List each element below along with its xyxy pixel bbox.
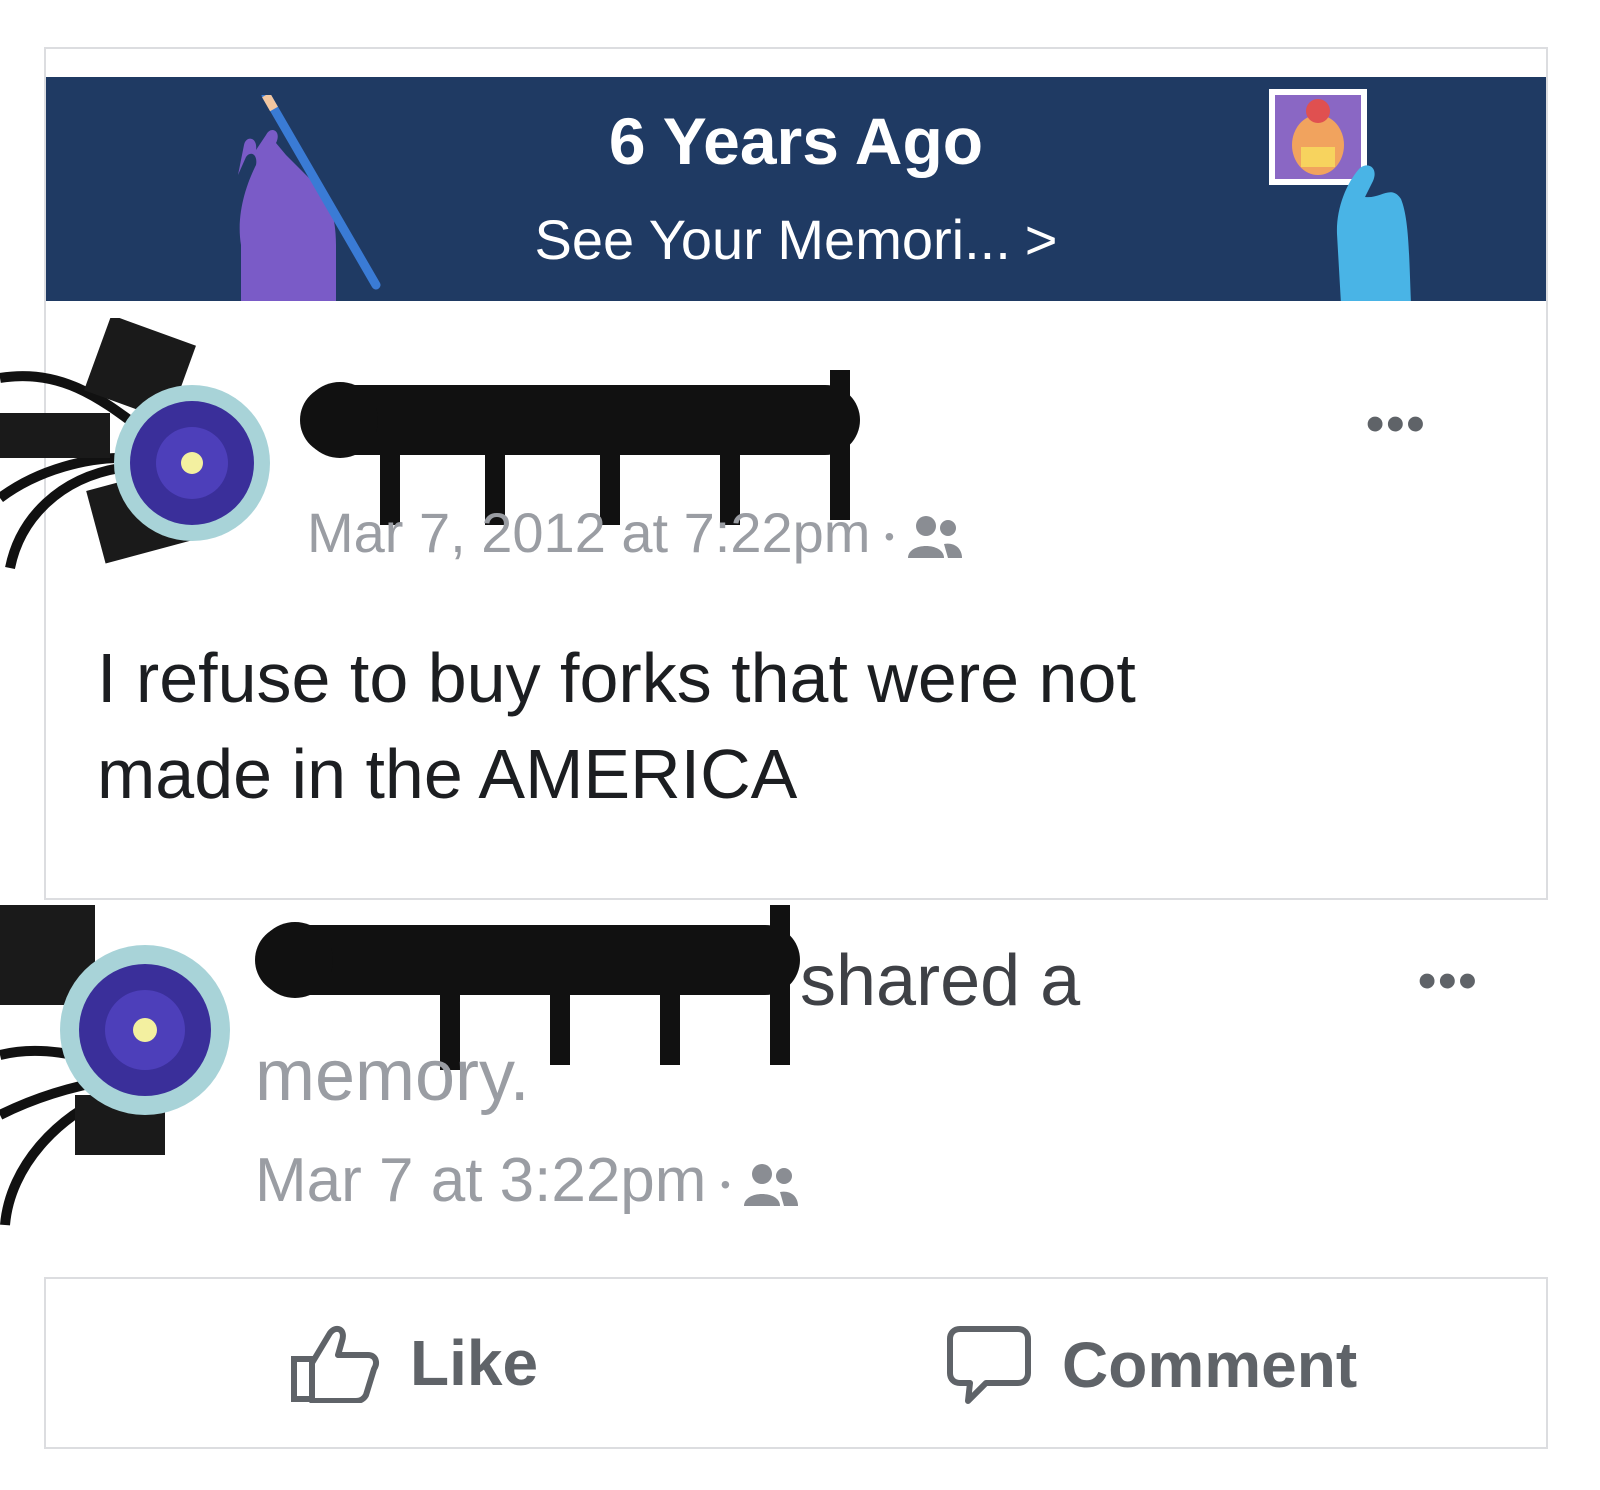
hand-with-photo-icon <box>1269 89 1411 301</box>
thumbs-up-icon <box>291 1325 379 1403</box>
friends-icon <box>908 516 963 559</box>
share-timestamp-text: Mar 7 at 3:22pm <box>255 1146 707 1215</box>
separator-dot: • <box>884 521 895 553</box>
separator-dot: • <box>720 1168 731 1200</box>
friends-icon <box>744 1163 799 1206</box>
share-more-options-button[interactable]: ••• <box>1418 955 1479 1007</box>
post-timestamp-text: Mar 7, 2012 at 7:22pm <box>307 501 871 564</box>
like-label: Like <box>410 1327 539 1399</box>
memory-banner[interactable]: 6 Years Ago See Your Memori... > <box>46 77 1546 301</box>
see-memories-label: See Your Memori... <box>534 208 1011 271</box>
post-more-options-button[interactable]: ••• <box>1366 398 1427 450</box>
post-timestamp[interactable]: Mar 7, 2012 at 7:22pm • <box>307 505 963 561</box>
chevron-right-icon: > <box>1024 208 1058 271</box>
comment-button[interactable]: Comment <box>946 1323 1357 1407</box>
shared-action-text-2: memory. <box>255 1036 530 1116</box>
like-button[interactable]: Like <box>290 1323 538 1403</box>
comment-label: Comment <box>1062 1329 1358 1401</box>
share-timestamp[interactable]: Mar 7 at 3:22pm • <box>255 1150 799 1212</box>
post-text-line-2: made in the AMERICA <box>97 735 798 813</box>
post-body: I refuse to buy forks that were not made… <box>97 630 1397 822</box>
shared-action-text: shared a <box>800 941 1081 1021</box>
post-text-line-1: I refuse to buy forks that were not <box>97 639 1136 717</box>
avatar[interactable] <box>0 318 280 578</box>
action-bar: Like Comment <box>44 1277 1548 1449</box>
comment-bubble-icon <box>947 1326 1031 1404</box>
share-avatar[interactable] <box>0 905 240 1245</box>
